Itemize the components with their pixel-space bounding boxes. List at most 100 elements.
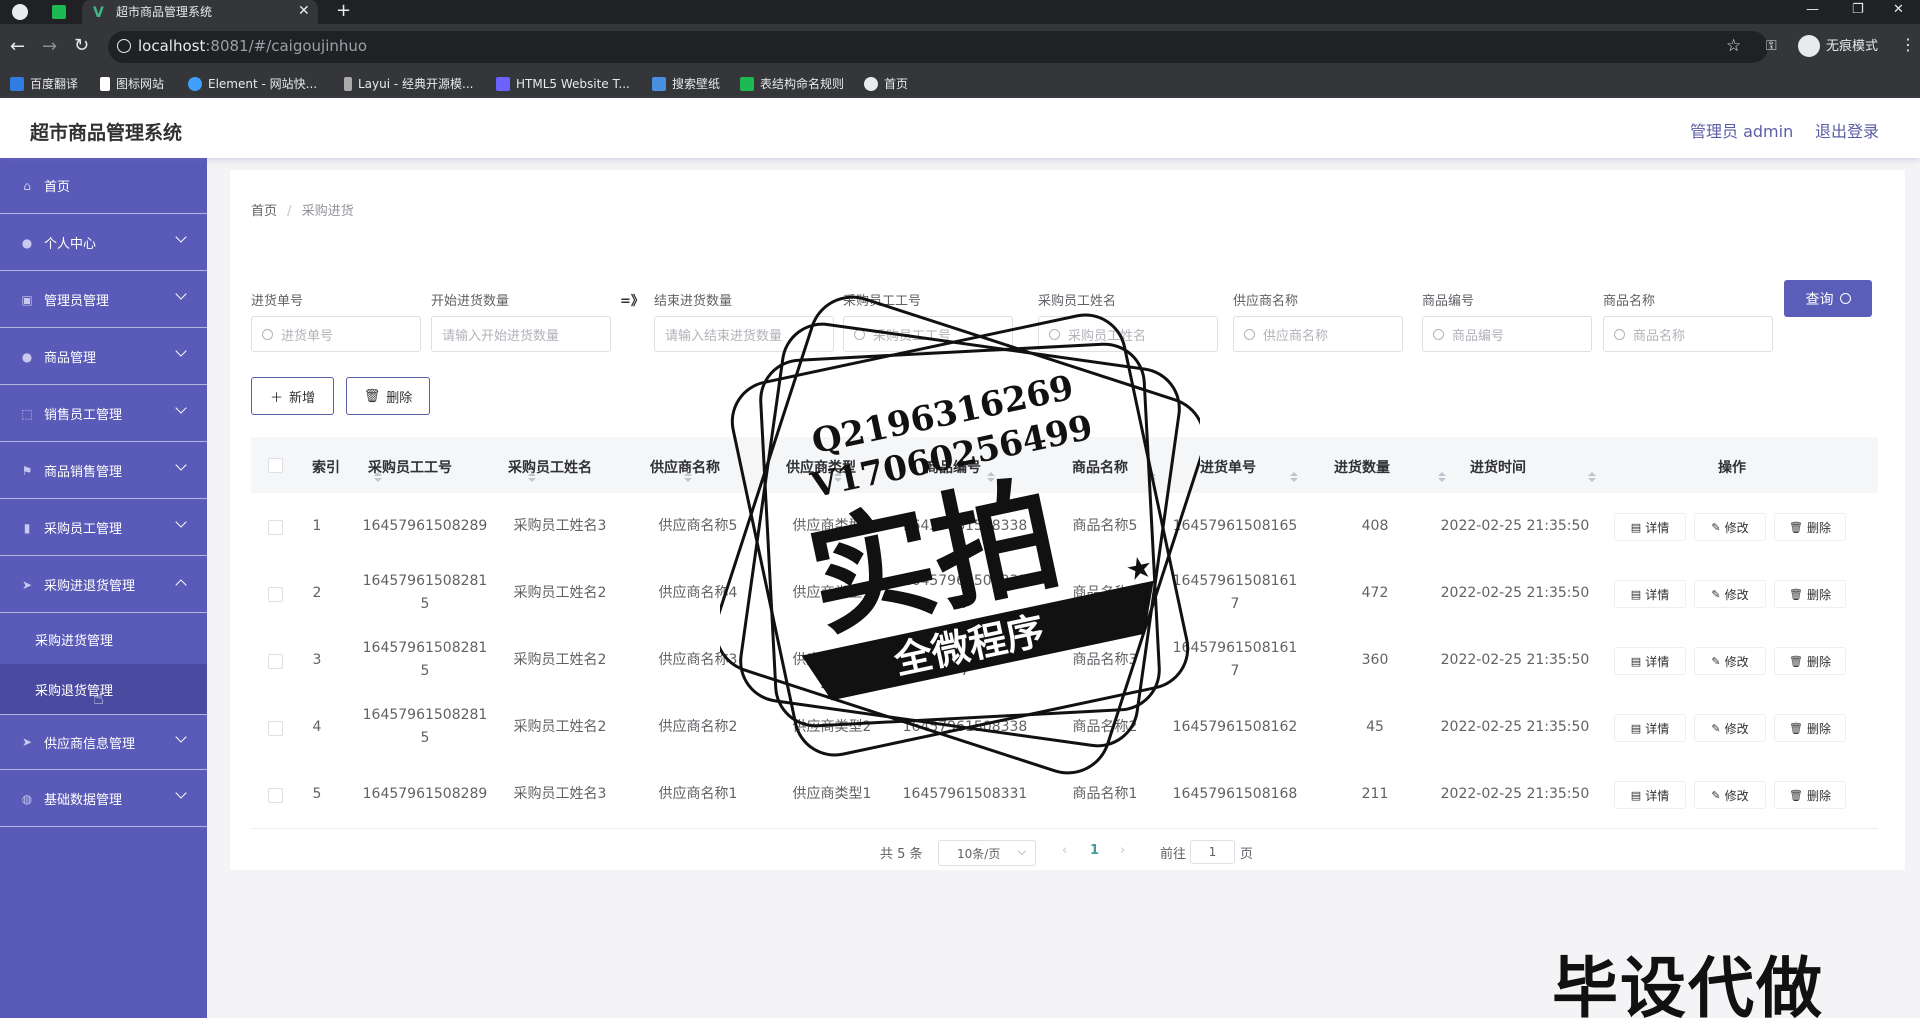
row-checkbox[interactable]	[268, 520, 283, 535]
prev-page-icon[interactable]: ‹	[1062, 843, 1067, 858]
edit-button[interactable]: ✎ 修改	[1694, 513, 1766, 541]
info-icon[interactable]	[117, 39, 131, 53]
edit-icon: ✎	[1711, 721, 1721, 735]
column-header[interactable]: 进货时间	[1470, 457, 1526, 477]
forward-icon[interactable]: →	[42, 38, 57, 56]
sidebar-item[interactable]: ● 商品管理	[0, 329, 207, 385]
order-no-input[interactable]: 进货单号	[251, 316, 421, 352]
goto-page-input[interactable]: 1	[1190, 840, 1235, 864]
column-header[interactable]: 商品编号	[925, 457, 981, 477]
end-qty-input[interactable]: 请输入结束进货数量	[654, 316, 834, 352]
reload-icon[interactable]: ↻	[74, 37, 89, 55]
sort-icon[interactable]	[528, 471, 536, 482]
sidebar-subitem[interactable]: 采购进货管理	[0, 614, 207, 664]
table-cell: 211	[1361, 785, 1389, 802]
column-header[interactable]: 供应商类型	[786, 457, 856, 477]
sidebar-item[interactable]: ▣ 管理员管理	[0, 272, 207, 328]
query-button[interactable]: 查询	[1784, 280, 1872, 317]
page-number-current[interactable]: 1	[1090, 843, 1099, 858]
sidebar-item[interactable]: ⌂ 首页	[0, 158, 207, 214]
sidebar-item[interactable]: ➤ 采购进退货管理	[0, 557, 207, 613]
add-button[interactable]: ＋ 新增	[251, 377, 334, 415]
sidebar-item[interactable]: ⚑ 商品销售管理	[0, 443, 207, 499]
sort-icon[interactable]	[1290, 471, 1298, 482]
bookmark-item[interactable]: 图标网站	[100, 73, 164, 95]
detail-button[interactable]: ▤ 详情	[1614, 513, 1686, 541]
sort-icon[interactable]	[987, 471, 995, 482]
sort-icon[interactable]	[374, 471, 382, 482]
next-page-icon[interactable]: ›	[1120, 843, 1125, 858]
supplier-name-input[interactable]: 供应商名称	[1233, 316, 1403, 352]
row-checkbox[interactable]	[268, 721, 283, 736]
bookmark-item[interactable]: 搜索壁纸	[652, 73, 720, 95]
sidebar-item[interactable]: ⬚ 销售员工管理	[0, 386, 207, 442]
detail-button[interactable]: ▤ 详情	[1614, 647, 1686, 675]
window-close-icon[interactable]: ✕	[1893, 3, 1904, 16]
column-header[interactable]: 进货数量	[1334, 457, 1390, 477]
back-icon[interactable]: ←	[10, 38, 25, 56]
minimize-icon[interactable]: —	[1806, 3, 1819, 16]
edit-button[interactable]: ✎ 修改	[1694, 714, 1766, 742]
element-icon	[188, 77, 202, 91]
bookmark-item[interactable]: 首页	[864, 73, 908, 95]
staff-name-input[interactable]: 采购员工姓名	[1038, 316, 1218, 352]
sort-icon[interactable]	[1438, 471, 1446, 482]
row-delete-button[interactable]: 🗑 删除	[1774, 714, 1846, 742]
table-cell: 16457961508338	[902, 517, 1028, 534]
table-cell: 商品名称5	[1072, 517, 1138, 534]
row-delete-button[interactable]: 🗑 删除	[1774, 513, 1846, 541]
edit-button[interactable]: ✎ 修改	[1694, 647, 1766, 675]
edit-button[interactable]: ✎ 修改	[1694, 781, 1766, 809]
table-cell: 2022-02-25 21:35:50	[1440, 651, 1590, 668]
staff-id-input[interactable]: 采购员工工号	[843, 316, 1013, 352]
detail-button[interactable]: ▤ 详情	[1614, 714, 1686, 742]
row-delete-button[interactable]: 🗑 删除	[1774, 580, 1846, 608]
sort-icon[interactable]	[684, 471, 692, 482]
sort-icon[interactable]	[1148, 471, 1156, 482]
range-separator: =》	[620, 294, 644, 309]
bookmark-item[interactable]: Element - 网站快...	[188, 73, 317, 95]
table-cell: 16457961508165	[1172, 517, 1298, 534]
sidebar-item[interactable]: ◍ 基础数据管理	[0, 771, 207, 827]
bookmark-star-icon[interactable]: ☆	[1726, 38, 1741, 55]
edit-button[interactable]: ✎ 修改	[1694, 580, 1766, 608]
row-checkbox[interactable]	[268, 654, 283, 669]
restore-icon[interactable]: ❐	[1852, 3, 1864, 16]
sheet-tab-icon[interactable]	[52, 5, 66, 19]
column-header[interactable]: 商品名称	[1072, 457, 1128, 477]
bookmark-item[interactable]: Layui - 经典开源模...	[344, 73, 473, 95]
sidebar-item[interactable]: ● 个人中心	[0, 215, 207, 271]
sidebar-item[interactable]: ➤ 供应商信息管理	[0, 714, 207, 770]
browser-menu-icon[interactable]: ⋮	[1900, 37, 1916, 53]
detail-button[interactable]: ▤ 详情	[1614, 580, 1686, 608]
delete-button[interactable]: 🗑 删除	[346, 377, 430, 415]
key-icon[interactable]: ⚿	[1766, 39, 1777, 53]
tab-close-icon[interactable]: ✕	[298, 4, 310, 18]
bookmark-item[interactable]: 百度翻译	[10, 73, 78, 95]
breadcrumb-home[interactable]: 首页	[251, 204, 277, 219]
incognito-icon[interactable]	[1798, 35, 1820, 57]
detail-button[interactable]: ▤ 详情	[1614, 781, 1686, 809]
select-all-checkbox[interactable]	[268, 458, 283, 473]
row-checkbox[interactable]	[268, 587, 283, 602]
table-cell: 采购员工姓名3	[513, 517, 607, 534]
bookmark-item[interactable]: 表结构命名规则	[740, 73, 844, 95]
product-name-input[interactable]: 商品名称	[1603, 316, 1773, 352]
sort-icon[interactable]	[1588, 471, 1596, 482]
bookmark-item[interactable]: HTML5 Website T...	[496, 73, 630, 95]
sidebar-item[interactable]: ▮ 采购员工管理	[0, 500, 207, 556]
column-header[interactable]: 进货单号	[1200, 457, 1256, 477]
logout-link[interactable]: 退出登录	[1815, 118, 1879, 142]
start-qty-input[interactable]: 请输入开始进货数量	[431, 316, 611, 352]
row-checkbox[interactable]	[268, 788, 283, 803]
new-tab-icon[interactable]: +	[336, 2, 351, 20]
page-size-select[interactable]: 10条/页	[938, 840, 1036, 866]
product-id-input[interactable]: 商品编号	[1422, 316, 1592, 352]
url-path: :8081/#/caigoujinhuo	[205, 37, 368, 55]
url-text: localhost:8081/#/caigoujinhuo	[138, 39, 367, 54]
row-delete-button[interactable]: 🗑 删除	[1774, 781, 1846, 809]
sort-icon[interactable]	[834, 471, 842, 482]
column-header[interactable]: 采购员工姓名	[508, 457, 592, 477]
row-delete-button[interactable]: 🗑 删除	[1774, 647, 1846, 675]
add-label: 新增	[289, 390, 316, 406]
